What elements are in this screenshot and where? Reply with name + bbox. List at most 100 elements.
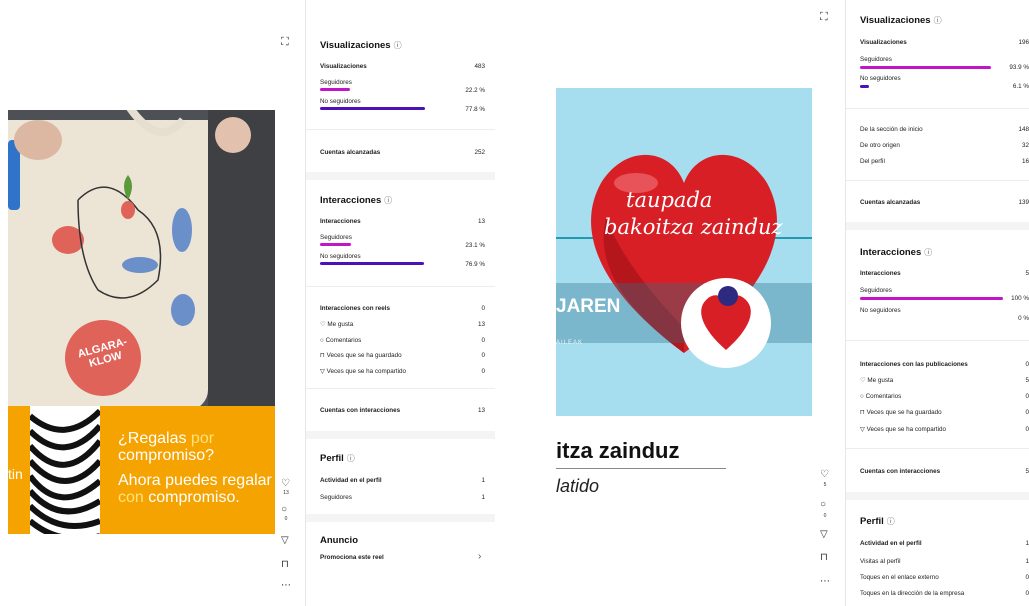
shared-row: ▽ Veces que se ha compartido xyxy=(320,368,407,375)
inter-followers-bar xyxy=(860,297,1003,300)
comment-icon[interactable]: ○ xyxy=(820,500,826,510)
inter-nonfollowers-pct: 0 % xyxy=(1018,315,1029,322)
bookmark-icon: ⊓ xyxy=(860,409,865,416)
heart-icon: ♡ xyxy=(860,377,866,384)
share-icon: ▽ xyxy=(860,426,865,433)
views-label: Visualizaciones xyxy=(860,39,907,46)
info-icon: ⓘ xyxy=(384,196,393,205)
nonfollowers-pct: 6.1 % xyxy=(1012,83,1029,90)
address-taps-value: 0 xyxy=(1025,590,1029,597)
share-icon: ▽ xyxy=(320,368,325,375)
ad-section-title: Anuncio xyxy=(320,535,358,546)
external-link-value: 0 xyxy=(1025,574,1029,581)
more-icon[interactable]: ⋯ xyxy=(820,577,830,587)
profile-section-title: Perfil ⓘ xyxy=(860,516,895,527)
heart-icon: ♡ xyxy=(320,321,326,328)
home-source-label: De la sección de inicio xyxy=(860,126,923,133)
promote-reel-link[interactable]: Promociona este reel xyxy=(320,554,384,561)
section-gap xyxy=(846,492,1029,500)
external-link-label: Toques en el enlace externo xyxy=(860,574,939,581)
like-icon[interactable]: ♡ xyxy=(281,479,290,489)
shared-value: 0 xyxy=(481,368,485,375)
nonfollowers-pct: 77.8 % xyxy=(465,106,485,113)
inter-nonfollowers-bar xyxy=(320,262,424,265)
followers-label: Seguidores xyxy=(860,56,892,63)
followers-bar xyxy=(320,88,350,91)
accounts-inter-value: 5 xyxy=(1025,468,1029,475)
tote-bag-photo: ALGARA- KLOW xyxy=(8,110,275,406)
info-icon: ⓘ xyxy=(393,41,402,50)
inter-nonfollowers-pct: 76.9 % xyxy=(465,261,485,268)
bookmark-icon: ⊓ xyxy=(320,352,325,359)
interactions-label: Interacciones xyxy=(320,218,361,225)
brand-text: JAREN xyxy=(556,296,621,317)
shared-row: ▽ Veces que se ha compartido xyxy=(860,426,947,433)
comment-icon: ○ xyxy=(860,393,864,400)
reels-value: 0 xyxy=(481,305,485,312)
inter-followers-label: Seguidores xyxy=(860,287,892,294)
followers-bar xyxy=(860,66,992,69)
separator xyxy=(846,448,1029,449)
comment-icon[interactable]: ○ xyxy=(281,505,287,515)
saved-value: 0 xyxy=(481,352,485,359)
heart-line-1: taupada xyxy=(626,188,713,212)
publications-value: 0 xyxy=(1025,361,1029,368)
like-icon[interactable]: ♡ xyxy=(820,470,829,480)
comments-row: ○ Comentarios xyxy=(860,393,902,400)
reached-label: Cuentas alcanzadas xyxy=(320,149,381,156)
zebra-pattern xyxy=(30,406,100,534)
expand-icon[interactable]: ⛶ xyxy=(281,37,289,48)
views-value: 483 xyxy=(474,63,485,70)
views-section-title: Visualizaciones ⓘ xyxy=(860,15,942,26)
views-value: 196 xyxy=(1018,39,1029,46)
accounts-inter-value: 13 xyxy=(477,407,485,414)
promo-banner: tin ¿Regalas por compromiso? Ahora puedes… xyxy=(8,406,275,534)
publications-label: Interacciones con las publicaciones xyxy=(860,361,968,368)
chevron-right-icon[interactable]: › xyxy=(478,551,481,562)
comments-value: 0 xyxy=(481,337,485,344)
right-post-preview: taupada bakoitza zainduz JAREN AILEAK AG… xyxy=(556,88,812,416)
comment-count: 0 xyxy=(284,516,288,522)
followers-pct: 93.9 % xyxy=(1009,64,1029,71)
profile-section-title: Perfil ⓘ xyxy=(320,453,355,464)
share-icon[interactable]: ▽ xyxy=(820,530,828,540)
share-icon[interactable]: ▽ xyxy=(281,536,289,546)
inter-nonfollowers-label: No seguidores xyxy=(320,253,361,260)
save-icon[interactable]: ⊓ xyxy=(820,553,828,563)
home-source-value: 148 xyxy=(1018,126,1029,133)
expand-icon[interactable]: ⛶ xyxy=(820,12,828,23)
section-gap xyxy=(306,431,495,439)
views-label: Visualizaciones xyxy=(320,63,367,70)
nonfollowers-label: No seguidores xyxy=(320,98,361,105)
views-section-title: Visualizaciones ⓘ xyxy=(320,40,402,51)
profile-followers-value: 1 xyxy=(481,494,485,501)
reached-value: 139 xyxy=(1018,199,1029,206)
accounts-inter-label: Cuentas con interacciones xyxy=(860,468,941,475)
save-icon[interactable]: ⊓ xyxy=(281,560,289,570)
more-icon[interactable]: ⋯ xyxy=(281,581,291,591)
like-count: 5 xyxy=(823,482,827,488)
comment-icon: ○ xyxy=(320,337,324,344)
likes-value: 5 xyxy=(1025,377,1029,384)
separator xyxy=(306,286,495,287)
nonfollowers-label: No seguidores xyxy=(860,75,901,82)
title-underline xyxy=(556,468,726,469)
likes-row: ♡ Me gusta xyxy=(860,377,894,384)
reached-label: Cuentas alcanzadas xyxy=(860,199,921,206)
profile-source-label: Del perfil xyxy=(860,158,885,165)
likes-value: 13 xyxy=(477,321,485,328)
inter-nonfollowers-label: No seguidores xyxy=(860,307,901,314)
nonfollowers-bar xyxy=(860,85,869,88)
shared-value: 0 xyxy=(1025,426,1029,433)
inter-followers-pct: 23.1 % xyxy=(465,242,485,249)
like-count: 13 xyxy=(283,490,289,496)
inter-followers-bar xyxy=(320,243,352,246)
interactions-value: 5 xyxy=(1025,270,1029,277)
inter-followers-pct: 100 % xyxy=(1011,295,1029,302)
nonfollowers-bar xyxy=(320,107,426,110)
profile-activity-value: 1 xyxy=(1025,540,1029,547)
section-gap xyxy=(846,222,1029,230)
likes-row: ♡ Me gusta xyxy=(320,321,354,328)
post-title: itza zainduz xyxy=(556,438,680,463)
info-icon: ⓘ xyxy=(933,16,942,25)
